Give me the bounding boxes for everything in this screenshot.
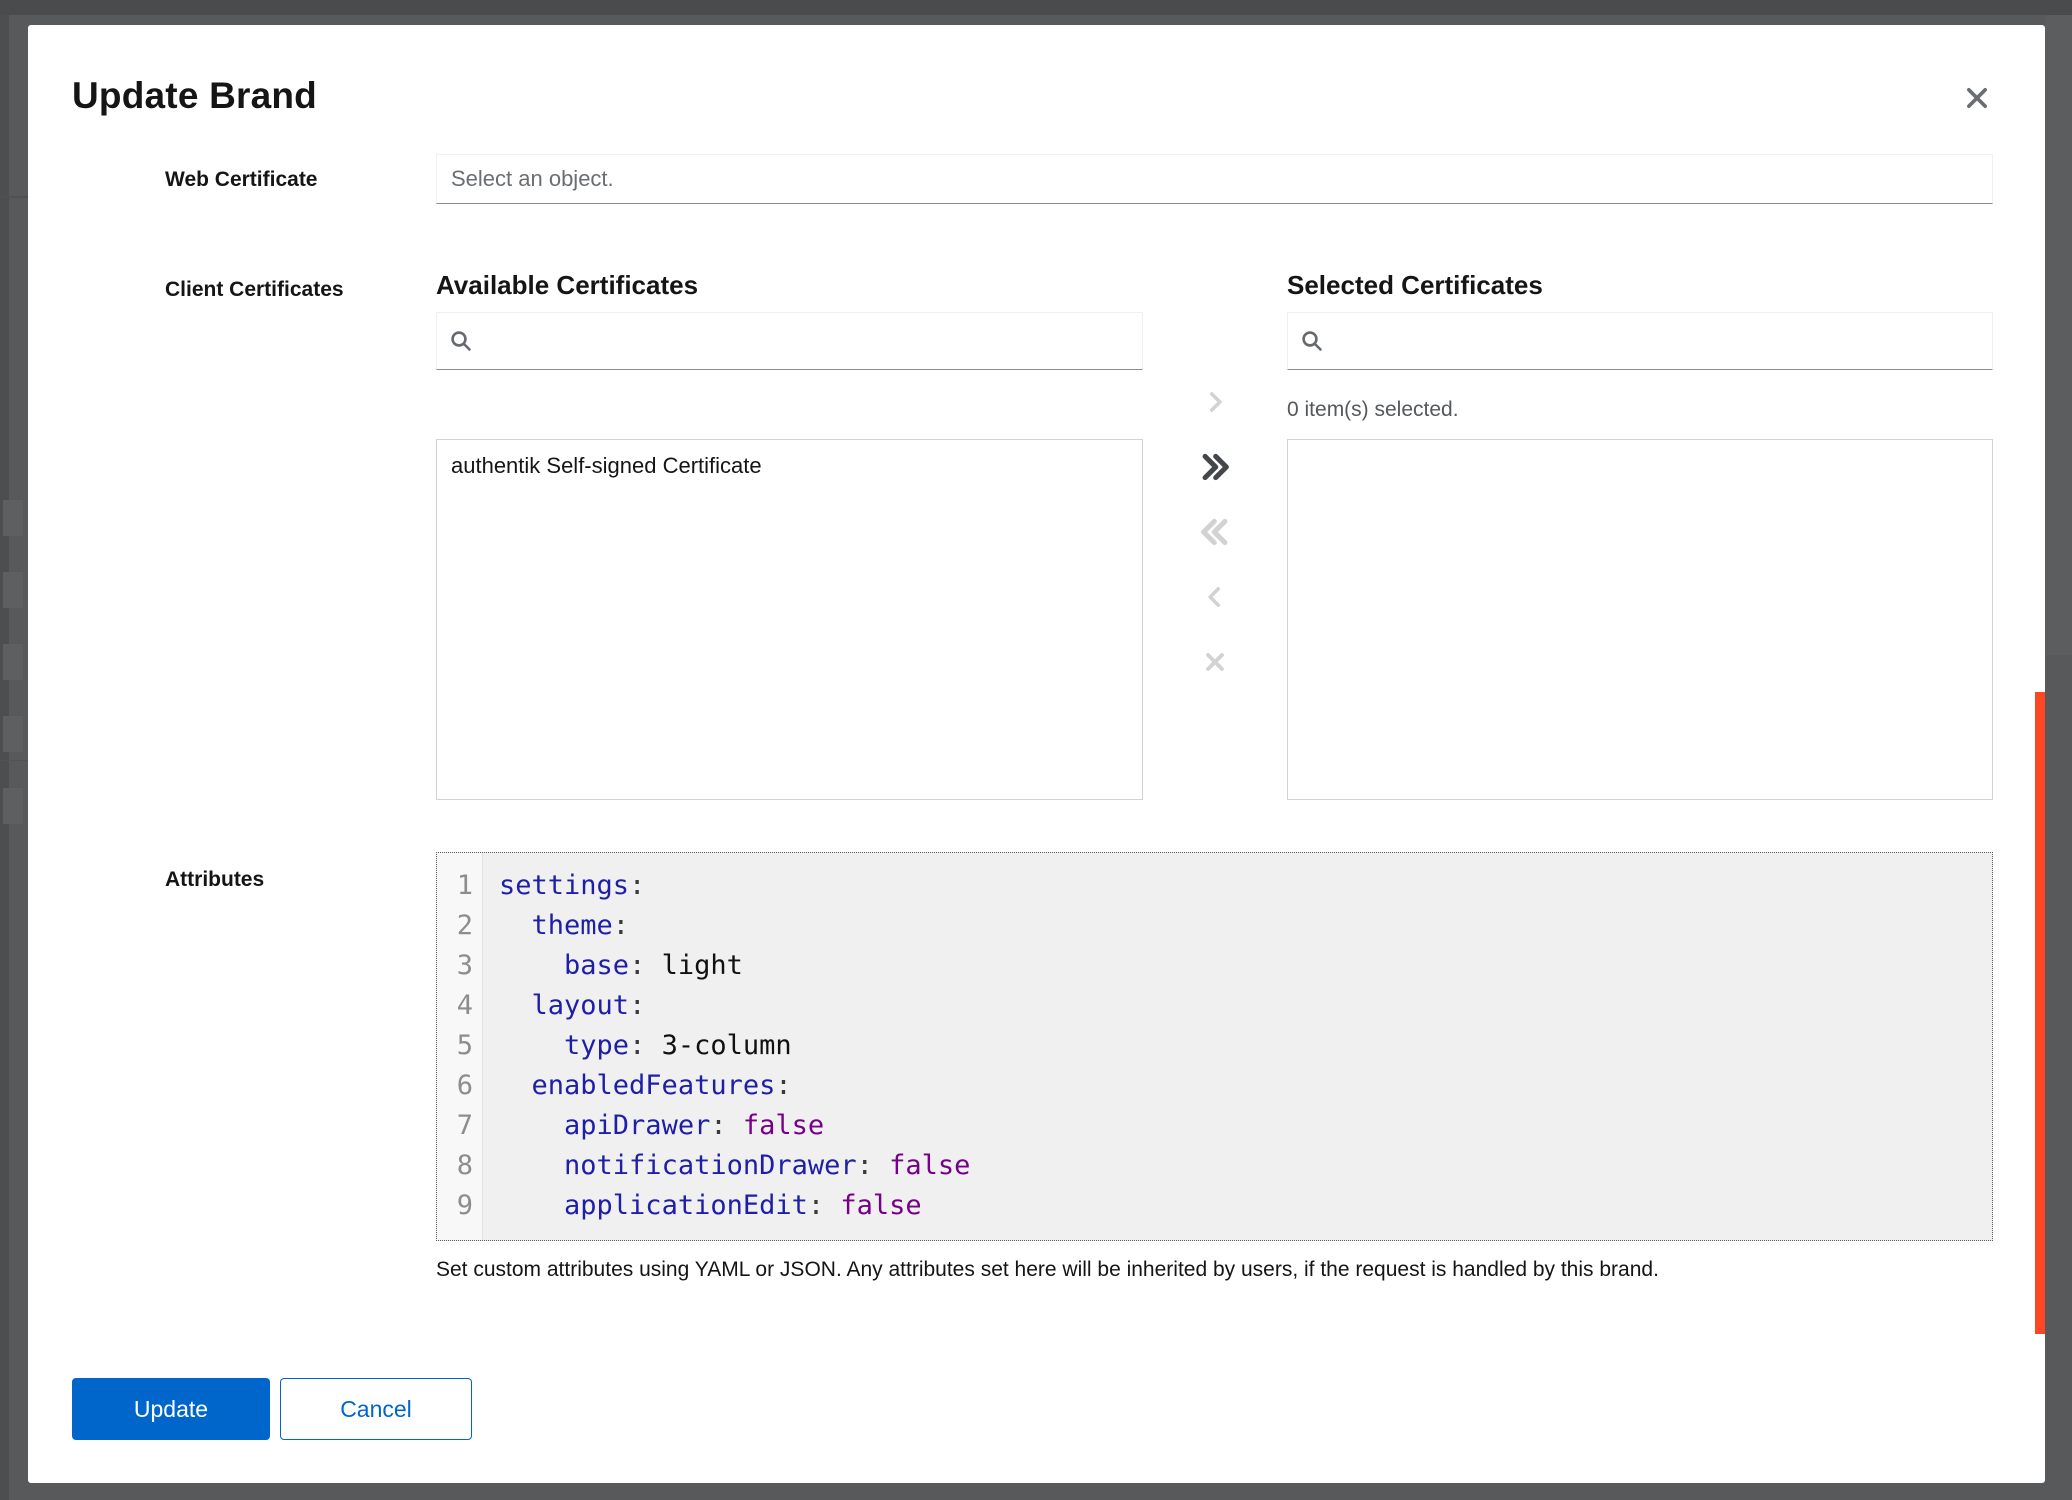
close-icon [1963,84,1991,112]
code-line: settings: [499,866,1992,906]
attributes-label: Attributes [165,868,425,892]
selected-certificates-list[interactable] [1287,439,1993,800]
backdrop-remnant [3,500,23,536]
backdrop-right-band [2045,15,2072,655]
code-line: base: light [499,946,1992,986]
close-button[interactable] [1948,69,2006,127]
backdrop-top-band [0,0,2072,15]
code-line: type: 3-column [499,1026,1992,1066]
modal-scrollbar-thumb[interactable] [2035,692,2045,1334]
client-certificates-label: Client Certificates [165,278,425,302]
backdrop-remnant [3,788,23,824]
move-all-left-button [1193,510,1237,554]
code-line: layout: [499,986,1992,1026]
angle-right-icon [1202,389,1228,415]
times-icon [1201,648,1229,676]
cancel-button[interactable]: Cancel [280,1378,472,1440]
line-number: 4 [437,986,482,1026]
modal-title: Update Brand [72,75,317,117]
angle-double-right-icon [1198,450,1232,484]
clear-selection-button [1193,640,1237,684]
list-item[interactable]: authentik Self-signed Certificate [437,440,1142,492]
available-certificates-list[interactable]: authentik Self-signed Certificate [436,439,1143,800]
search-icon [449,329,473,353]
available-search [436,312,1143,370]
angle-double-left-icon [1198,515,1232,549]
selected-count-status: 0 item(s) selected. [1287,398,1459,422]
line-number: 5 [437,1026,482,1066]
backdrop-divider [0,760,28,761]
backdrop-remnant [3,716,23,752]
backdrop-divider [0,196,28,198]
selected-search [1287,312,1993,370]
code-line: apiDrawer: false [499,1106,1992,1146]
attributes-code-editor[interactable]: 123456789 settings: theme: base: light l… [436,852,1993,1241]
line-number: 3 [437,946,482,986]
update-button[interactable]: Update [72,1378,270,1440]
available-search-input[interactable] [483,312,1130,370]
web-certificate-input[interactable] [436,154,1993,204]
backdrop-remnant [3,572,23,608]
line-number: 7 [437,1106,482,1146]
selected-search-input[interactable] [1334,312,1980,370]
line-number: 6 [437,1066,482,1106]
line-number: 2 [437,906,482,946]
move-selected-right-button [1193,380,1237,424]
code-editor-content[interactable]: settings: theme: base: light layout: typ… [483,853,1992,1240]
backdrop-remnant [3,644,23,680]
move-selected-left-button [1193,575,1237,619]
page-background: Update Brand Web Certificate Client Cert… [0,0,2072,1500]
code-line: applicationEdit: false [499,1186,1992,1226]
attributes-help-text: Set custom attributes using YAML or JSON… [436,1258,1996,1282]
line-number: 8 [437,1146,482,1186]
available-certificates-heading: Available Certificates [436,270,698,301]
angle-left-icon [1202,584,1228,610]
selected-certificates-heading: Selected Certificates [1287,270,1543,301]
backdrop-left-column [0,15,9,1500]
line-number: 9 [437,1186,482,1226]
line-number: 1 [437,866,482,906]
web-certificate-label: Web Certificate [165,168,425,192]
code-line: enabledFeatures: [499,1066,1992,1106]
move-all-right-button[interactable] [1193,445,1237,489]
code-line: theme: [499,906,1992,946]
search-icon [1300,329,1324,353]
code-editor-gutter: 123456789 [437,853,483,1240]
update-brand-modal: Update Brand Web Certificate Client Cert… [28,25,2045,1483]
code-line: notificationDrawer: false [499,1146,1992,1186]
